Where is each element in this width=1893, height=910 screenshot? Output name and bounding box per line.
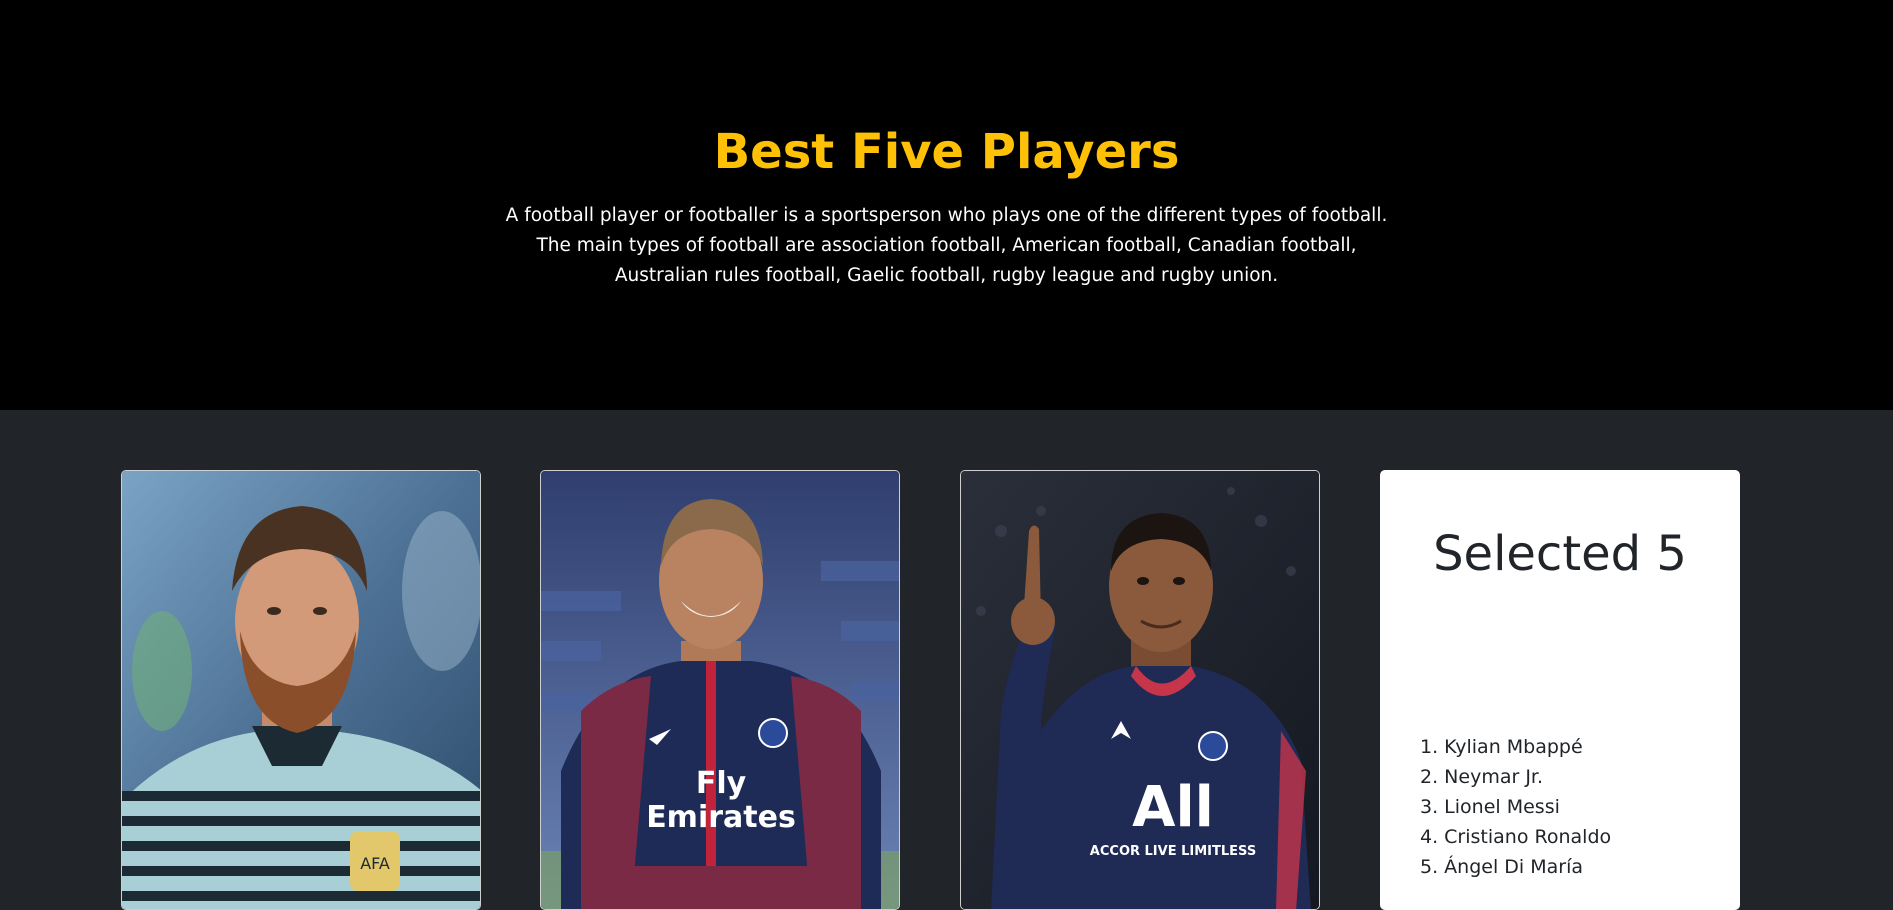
svg-text:Emirates: Emirates: [646, 800, 796, 835]
page-title: Best Five Players: [713, 124, 1180, 180]
list-item: 2. Neymar Jr.: [1420, 766, 1544, 788]
list-item: 5. Ángel Di María: [1420, 856, 1583, 878]
player-card-mbappe[interactable]: All ACCOR LIVE LIMITLESS: [960, 470, 1320, 910]
svg-text:ACCOR LIVE LIMITLESS: ACCOR LIVE LIMITLESS: [1090, 844, 1256, 859]
svg-text:AFA: AFA: [360, 854, 390, 873]
player-photo-messi: AFA: [122, 471, 480, 909]
list-item: 1. Kylian Mbappé: [1420, 736, 1583, 758]
player-card-neymar[interactable]: Fly Emirates: [540, 470, 900, 910]
list-item: 4. Cristiano Ronaldo: [1420, 826, 1612, 848]
svg-text:All: All: [1132, 775, 1214, 840]
hero-description: A football player or footballer is a spo…: [505, 205, 1388, 286]
player-photo-neymar: Fly Emirates: [541, 471, 899, 909]
player-photo-mbappe: All ACCOR LIVE LIMITLESS: [961, 471, 1319, 909]
svg-text:Fly: Fly: [696, 766, 747, 801]
selected-players-card: Selected 5 1. Kylian Mbappé 2. Neymar Jr…: [1380, 470, 1740, 910]
list-item: 3. Lionel Messi: [1420, 796, 1560, 818]
selected-title: Selected 5: [1433, 526, 1687, 582]
selected-list: 1. Kylian Mbappé 2. Neymar Jr. 3. Lionel…: [1420, 732, 1611, 882]
hero-section: Best Five Players A football player or f…: [0, 0, 1893, 410]
players-section: AFA Fly Emirates All ACCOR LIVE LIMITLES…: [0, 410, 1893, 910]
player-card-messi[interactable]: AFA: [121, 470, 481, 910]
